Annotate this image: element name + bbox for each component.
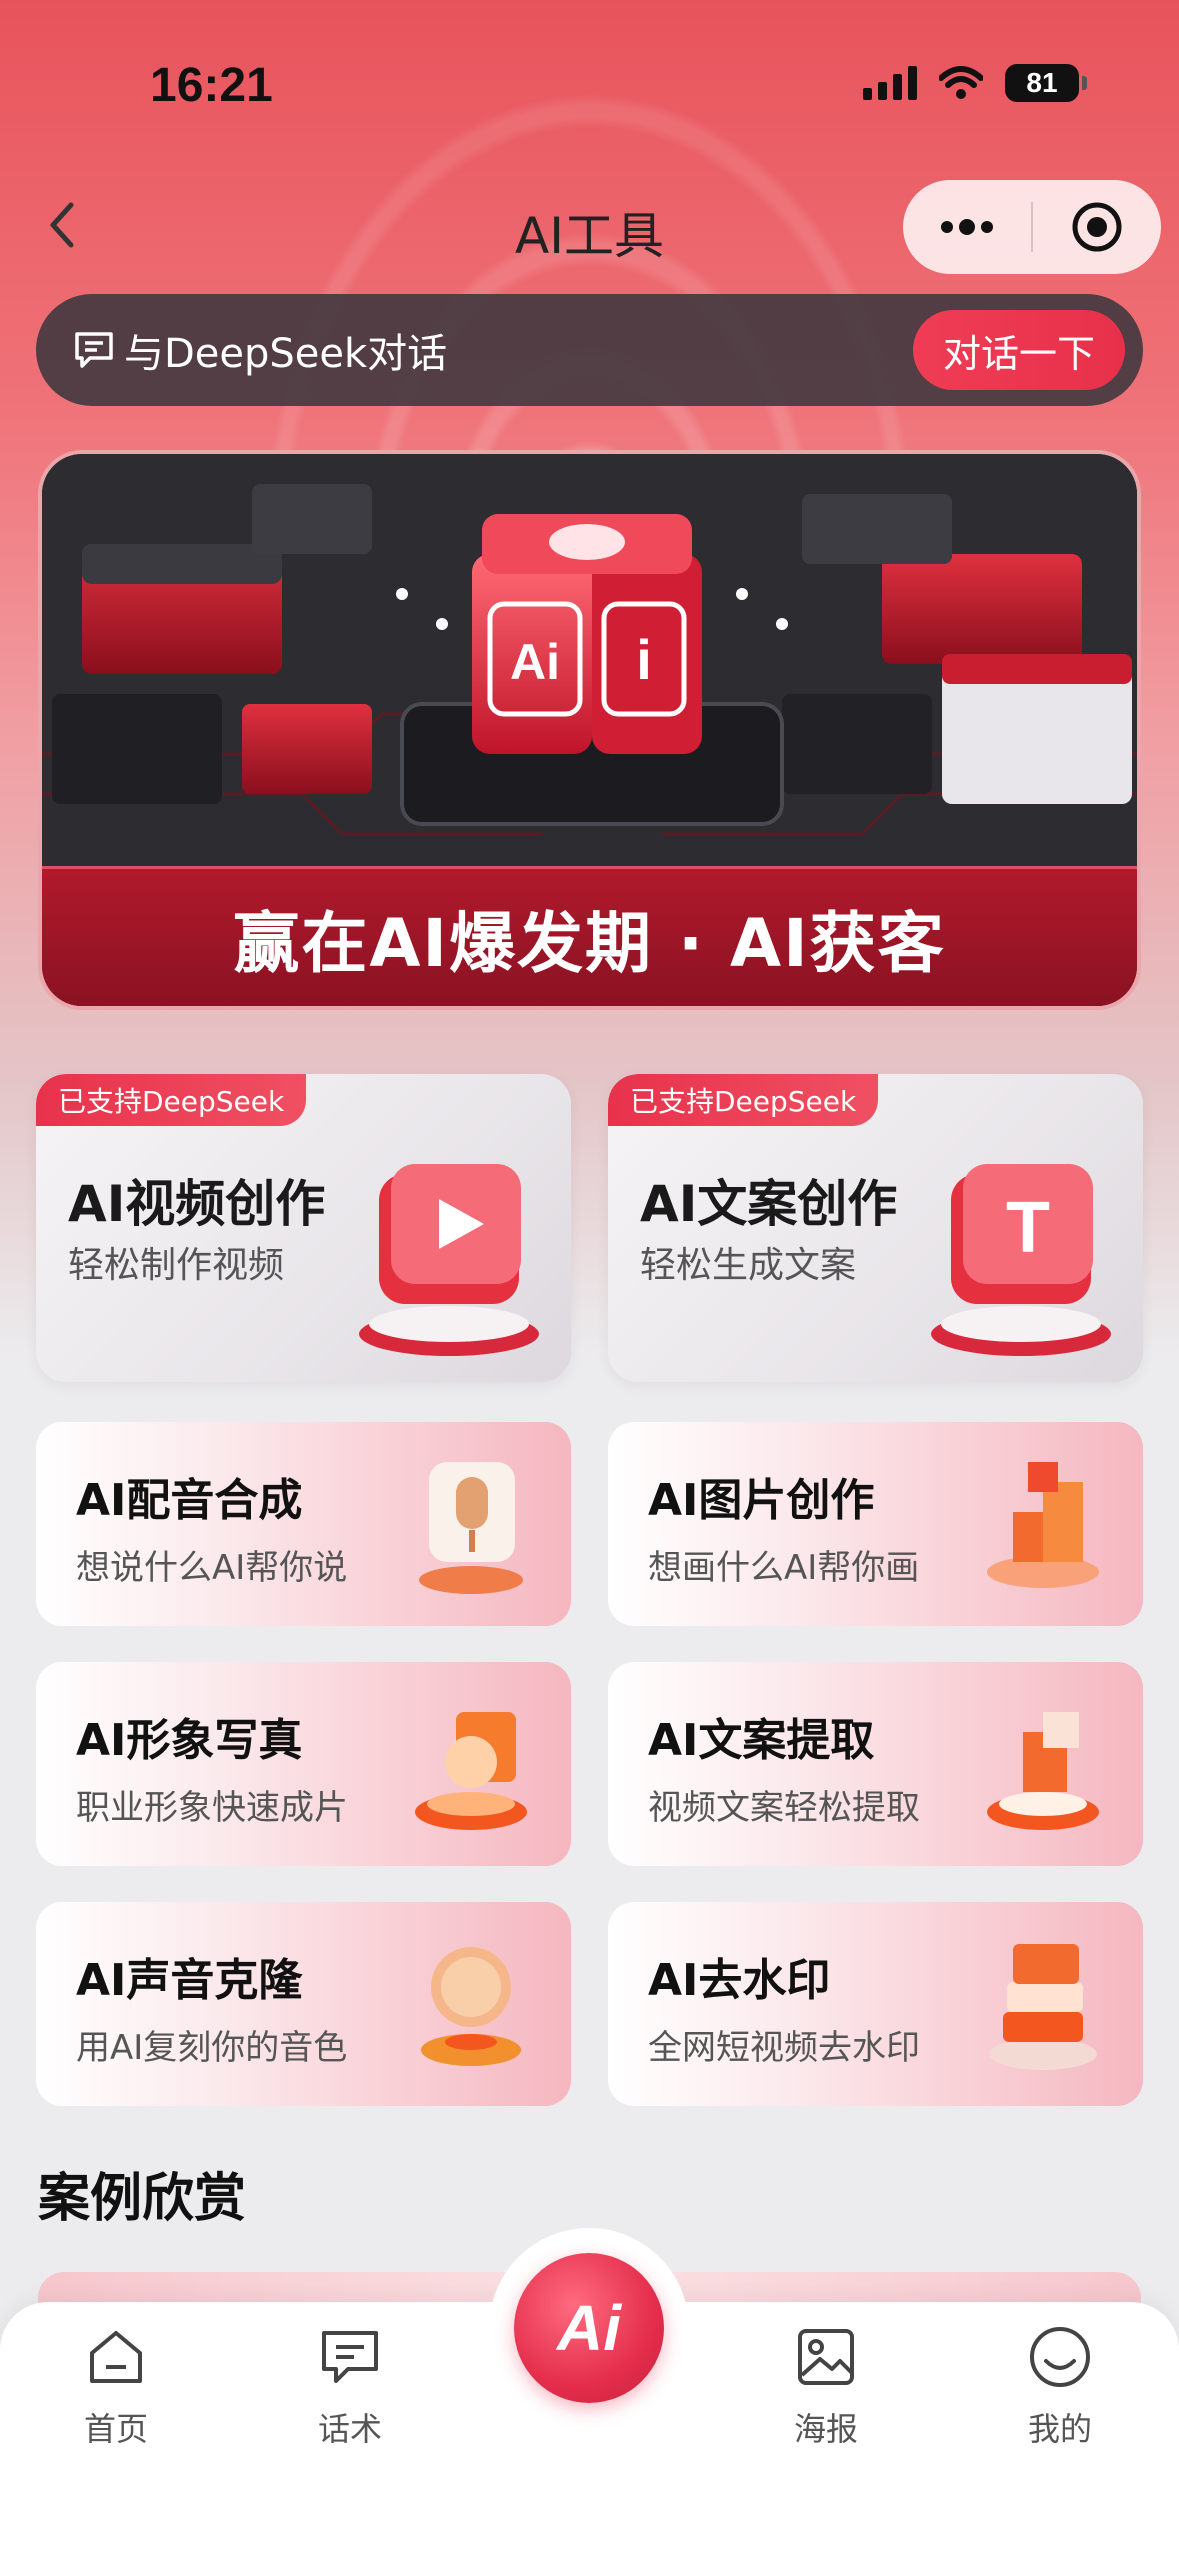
feature-title: AI文案创作 (640, 1175, 898, 1233)
tool-card-dubbing[interactable]: AI配音合成 想说什么AI帮你说 (36, 1422, 571, 1626)
voice-clone-icon (421, 1947, 521, 2066)
status-time: 16:21 (150, 59, 273, 112)
deepseek-tag: 已支持DeepSeek (608, 1074, 879, 1126)
wifi-icon (939, 66, 983, 99)
deepseek-tag: 已支持DeepSeek (36, 1074, 307, 1126)
extract-icon (987, 1712, 1099, 1830)
close-mini-program-button[interactable] (1033, 180, 1161, 274)
feature-card-video[interactable]: 已支持DeepSeek AI视频创作 轻松制作视频 (36, 1074, 571, 1382)
banner-artwork: Ai i (42, 454, 1137, 874)
tool-title: AI配音合成 (76, 1475, 303, 1526)
poster-icon (798, 2329, 854, 2385)
text-icon: T (931, 1164, 1111, 1356)
signal-icon (863, 66, 917, 100)
deepseek-label: 与DeepSeek对话 (124, 331, 448, 377)
watermark-icon (989, 1944, 1097, 2070)
tool-title: AI去水印 (648, 1955, 831, 2006)
feature-subtitle: 轻松制作视频 (68, 1245, 285, 1286)
tool-title: AI文案提取 (648, 1715, 875, 1766)
chat-bubble-icon (75, 332, 113, 368)
target-icon (1072, 202, 1122, 252)
tool-title: AI图片创作 (648, 1475, 875, 1526)
tab-poster[interactable]: 海报 (746, 2322, 906, 2450)
banner-caption-bar: 赢在AI爆发期 · AI获客 (42, 866, 1137, 1006)
tool-title: AI声音克隆 (76, 1955, 303, 2006)
tool-card-image[interactable]: AI图片创作 想画什么AI帮你画 (608, 1422, 1143, 1626)
chat-icon (322, 2331, 378, 2383)
chat-now-button[interactable]: 对话一下 (913, 310, 1125, 390)
battery-icon: 81 (1005, 64, 1087, 102)
tool-title: AI形象写真 (76, 1715, 303, 1766)
profile-icon (1030, 2327, 1090, 2387)
feature-title: AI视频创作 (68, 1175, 326, 1233)
tab-home[interactable]: 首页 (36, 2322, 196, 2450)
tool-card-watermark[interactable]: AI去水印 全网短视频去水印 (608, 1902, 1143, 2106)
tool-subtitle: 视频文案轻松提取 (648, 1788, 920, 1828)
play-icon (359, 1164, 539, 1356)
tab-label: 话术 (317, 2410, 382, 2448)
mini-program-capsule (903, 180, 1161, 274)
image-icon (987, 1462, 1099, 1588)
tool-subtitle: 想说什么AI帮你说 (76, 1548, 348, 1588)
tool-subtitle: 全网短视频去水印 (648, 2028, 920, 2068)
tool-card-extract[interactable]: AI文案提取 视频文案轻松提取 (608, 1662, 1143, 1866)
tool-card-portrait[interactable]: AI形象写真 职业形象快速成片 (36, 1662, 571, 1866)
tab-label: 海报 (793, 2410, 858, 2448)
status-icons: 81 (863, 64, 1087, 102)
tab-script[interactable]: 话术 (270, 2322, 430, 2450)
tool-subtitle: 想画什么AI帮你画 (648, 1548, 920, 1588)
tab-label: 首页 (83, 2410, 148, 2448)
banner-caption: 赢在AI爆发期 · AI获客 (233, 904, 946, 982)
ai-icon: Ai (514, 2253, 664, 2403)
tab-label: 我的 (1027, 2410, 1092, 2448)
feature-subtitle: 轻松生成文案 (640, 1245, 857, 1286)
deepseek-chat-bar[interactable]: 与DeepSeek对话 对话一下 (36, 294, 1143, 406)
more-button[interactable] (903, 180, 1031, 274)
home-icon (90, 2331, 142, 2383)
more-icon (941, 219, 993, 235)
tool-subtitle: 用AI复刻你的音色 (76, 2028, 348, 2068)
microphone-icon (419, 1462, 523, 1594)
tool-subtitle: 职业形象快速成片 (76, 1788, 348, 1828)
svg-text:Ai: Ai (510, 634, 560, 690)
svg-text:T: T (1006, 1188, 1050, 1268)
tab-profile[interactable]: 我的 (980, 2322, 1140, 2450)
tool-card-voice-clone[interactable]: AI声音克隆 用AI复刻你的音色 (36, 1902, 571, 2106)
tab-ai[interactable]: Ai (489, 2228, 689, 2428)
feature-card-copywriting[interactable]: 已支持DeepSeek AI文案创作 轻松生成文案 T (608, 1074, 1143, 1382)
promo-banner[interactable]: Ai i 赢在AI爆发期 · AI获客 (38, 450, 1141, 1010)
portrait-icon (415, 1712, 527, 1830)
section-title: 案例欣赏 (38, 2169, 247, 2229)
svg-text:i: i (636, 628, 652, 691)
